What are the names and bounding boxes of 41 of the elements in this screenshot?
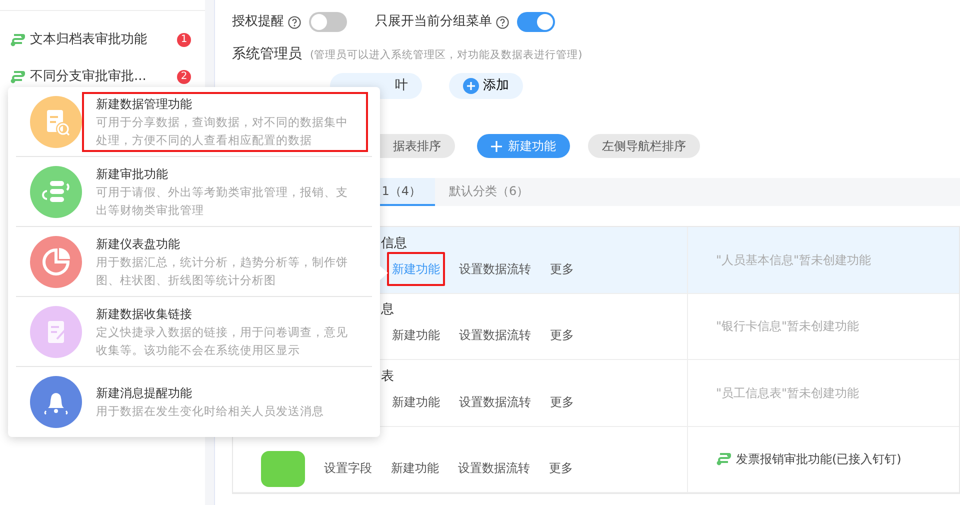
action-link[interactable]: 新建功能 xyxy=(387,318,445,352)
setting-label: 授权提醒 xyxy=(232,13,284,32)
plus-icon xyxy=(491,141,502,152)
action-link[interactable]: 新建功能 xyxy=(387,384,445,419)
hint-text: (管理员可以进入系统管理区，对功能及数据表进行管理) xyxy=(310,48,582,63)
table-title: 信息 xyxy=(381,236,407,251)
section-title: 系统管理员 xyxy=(232,45,302,64)
sidebar-item[interactable]: 不同分支审批审批... xyxy=(30,66,177,86)
approval-flow-icon xyxy=(10,70,26,84)
setting-label: 只展开当前分组菜单 xyxy=(375,13,492,32)
help-icon xyxy=(496,16,509,28)
count-badge: 2 xyxy=(177,70,191,84)
action-link[interactable]: 更多 xyxy=(545,318,579,352)
action-link[interactable]: 设置字段 xyxy=(319,451,377,486)
toolbar-button[interactable]: 左侧导航栏排序 xyxy=(588,134,700,158)
count-badge: 1 xyxy=(177,32,191,46)
action-link[interactable]: 设置数据流转 xyxy=(454,252,536,286)
menu-item[interactable]: 新建数据管理功能 可用于分享数据，查询数据，对不同的数据集中处理，方便不同的人查看相应配置的数据 xyxy=(82,92,368,152)
sidebar-item[interactable]: 文本归档表审批功能 xyxy=(30,30,177,50)
table-icon xyxy=(261,451,305,488)
toggle-switch[interactable] xyxy=(517,12,555,32)
action-link[interactable]: 设置数据流转 xyxy=(453,451,535,486)
approval-flow-icon xyxy=(10,32,26,46)
table-title: 息 xyxy=(381,302,394,318)
plus-icon xyxy=(463,78,479,94)
empty-note: "人员基本信息"暂未创建功能 xyxy=(716,252,872,269)
empty-note: "银行卡信息"暂未创建功能 xyxy=(716,318,860,336)
approval-flow-icon xyxy=(716,452,732,466)
function-link[interactable]: 发票报销审批功能(已接入钉钉) xyxy=(736,450,902,468)
help-icon xyxy=(288,16,301,28)
action-link[interactable]: 设置数据流转 xyxy=(454,318,536,352)
add-button[interactable]: 添加 xyxy=(449,73,523,99)
empty-note: "员工信息表"暂未创建功能 xyxy=(716,384,860,402)
action-link[interactable]: 更多 xyxy=(545,384,579,419)
menu-item[interactable]: 新建审批功能 可用于请假、外出等考勤类审批管理，报销、支出等财物类审批管理 xyxy=(82,162,368,222)
action-link[interactable]: 更多 xyxy=(544,451,578,486)
action-link[interactable]: 设置数据流转 xyxy=(454,384,536,419)
toggle-switch[interactable] xyxy=(309,12,347,32)
action-link[interactable]: 新建功能 xyxy=(386,451,444,486)
action-link[interactable]: 更多 xyxy=(545,252,579,286)
table-title: 表 xyxy=(381,368,394,384)
